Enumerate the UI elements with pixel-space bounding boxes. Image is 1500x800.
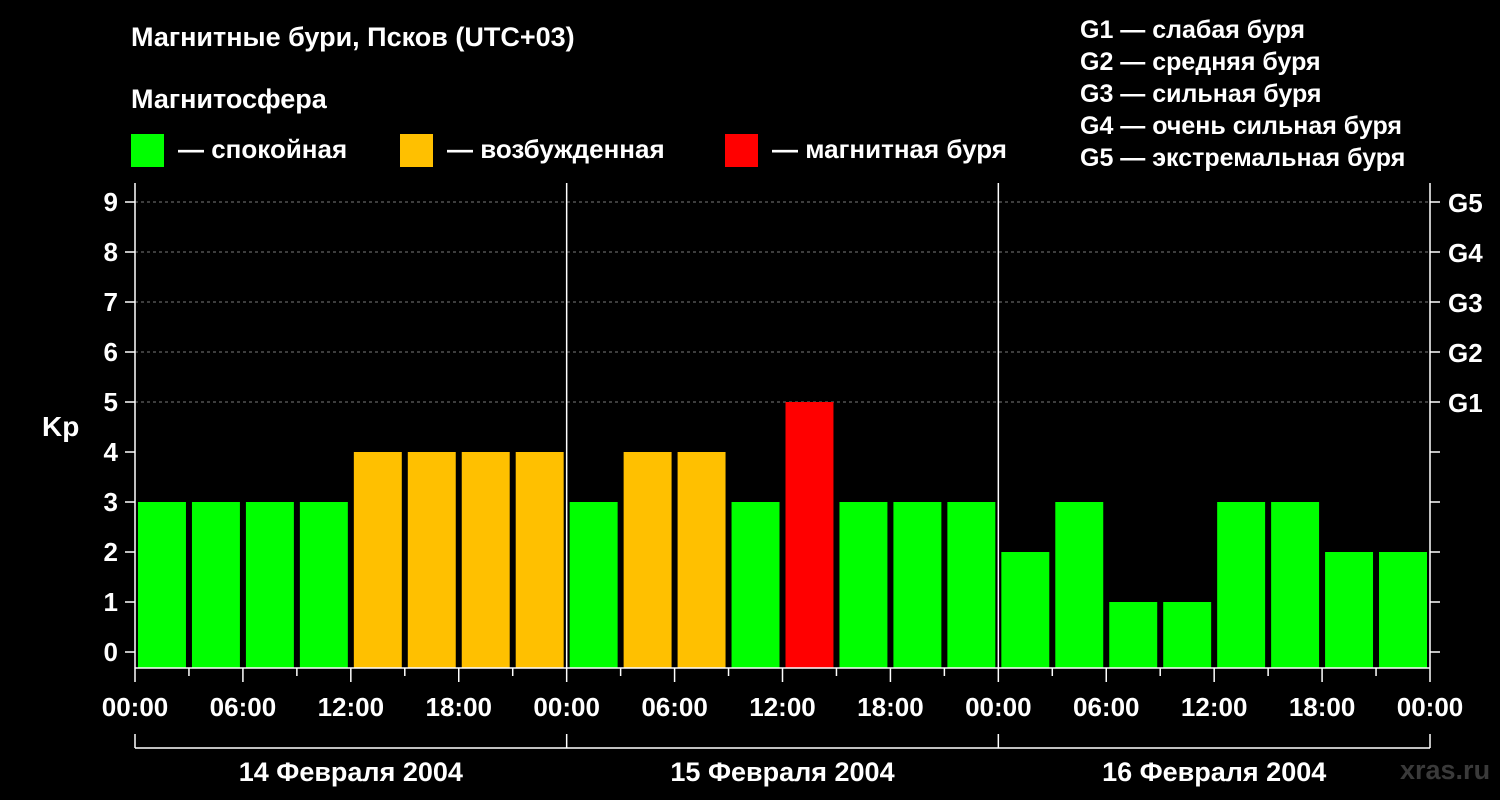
day-label: 16 Февраля 2004 xyxy=(1102,757,1326,787)
y-tick-label: 3 xyxy=(104,487,118,517)
y-tick-label: 6 xyxy=(104,337,118,367)
bar xyxy=(515,452,564,668)
bar xyxy=(1109,602,1158,668)
bar xyxy=(947,502,996,668)
bar xyxy=(1163,602,1212,668)
x-tick-label: 18:00 xyxy=(1289,692,1356,722)
bar xyxy=(569,502,618,668)
y-tick-label: 2 xyxy=(104,537,118,567)
x-tick-label: 12:00 xyxy=(1181,692,1248,722)
bar xyxy=(623,452,672,668)
right-tick-label: G2 xyxy=(1448,338,1483,368)
bar xyxy=(138,502,186,668)
bar xyxy=(893,502,942,668)
bar xyxy=(1217,502,1266,668)
bar xyxy=(1325,552,1374,668)
right-tick-label: G5 xyxy=(1448,188,1483,218)
bar xyxy=(1001,552,1050,668)
x-tick-label: 06:00 xyxy=(641,692,708,722)
x-tick-label: 06:00 xyxy=(1073,692,1140,722)
y-tick-label: 8 xyxy=(104,237,118,267)
x-tick-label: 00:00 xyxy=(533,692,600,722)
x-tick-label: 12:00 xyxy=(318,692,385,722)
day-label: 14 Февраля 2004 xyxy=(239,757,463,787)
bar xyxy=(407,452,456,668)
x-tick-label: 18:00 xyxy=(426,692,493,722)
watermark: xras.ru xyxy=(1400,755,1491,785)
bar xyxy=(353,452,402,668)
y-tick-label: 0 xyxy=(104,637,118,667)
bar xyxy=(461,452,510,668)
y-tick-label: 5 xyxy=(104,387,118,417)
right-tick-label: G1 xyxy=(1448,388,1483,418)
kp-bar-chart: 0 1 2 3 4 5 6 7 8 9 G1 G2 G3 G4 G5 00:00 06:00 12:00 18:00… xyxy=(102,183,1483,787)
x-tick-label: 00:00 xyxy=(1397,692,1464,722)
bar xyxy=(677,452,726,668)
bar xyxy=(731,502,780,668)
bar xyxy=(1379,552,1427,668)
bar xyxy=(1271,502,1320,668)
bar xyxy=(245,502,294,668)
right-tick-label: G3 xyxy=(1448,288,1483,318)
x-tick-label: 00:00 xyxy=(102,692,169,722)
day-label: 15 Февраля 2004 xyxy=(670,757,894,787)
x-tick-label: 06:00 xyxy=(210,692,277,722)
x-tick-label: 18:00 xyxy=(857,692,924,722)
bar xyxy=(839,502,888,668)
bar xyxy=(299,502,348,668)
y-tick-label: 9 xyxy=(104,187,118,217)
x-tick-label: 00:00 xyxy=(965,692,1032,722)
y-tick-label: 7 xyxy=(104,287,118,317)
y-tick-label: 4 xyxy=(104,437,119,467)
bar xyxy=(1055,502,1104,668)
x-tick-label: 12:00 xyxy=(749,692,816,722)
bar xyxy=(785,402,834,668)
y-tick-label: 1 xyxy=(104,587,118,617)
right-tick-label: G4 xyxy=(1448,238,1483,268)
bar xyxy=(191,502,240,668)
